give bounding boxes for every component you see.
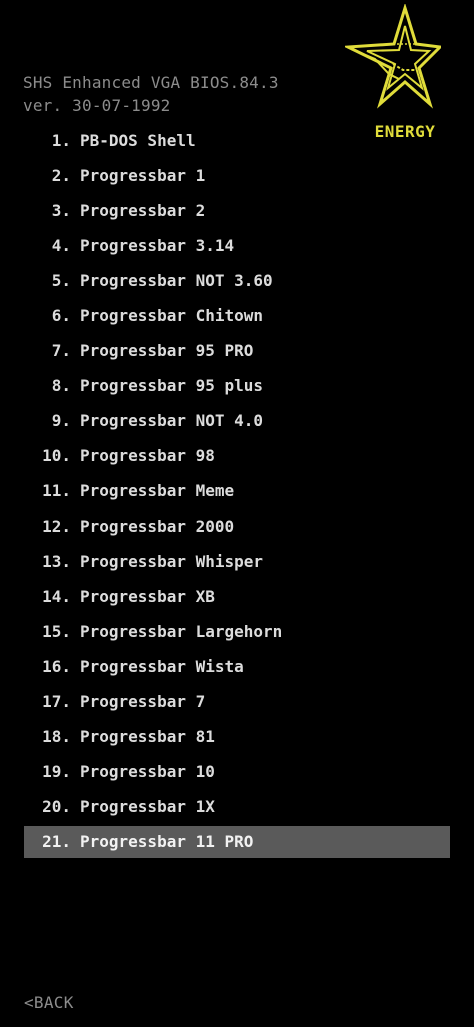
back-button[interactable]: <BACK — [24, 993, 74, 1012]
menu-item-number: 2. — [51, 165, 71, 185]
bios-title: SHS Enhanced VGA BIOS.84.3 — [23, 73, 279, 92]
menu-item-label: Progressbar Largehorn — [80, 621, 283, 641]
menu-item[interactable]: 1. PB-DOS Shell — [24, 124, 450, 156]
menu-item-number: 18. — [42, 727, 71, 747]
menu-item[interactable]: 18. Progressbar 81 — [24, 721, 450, 753]
menu-item-label: Progressbar NOT 3.60 — [80, 270, 273, 290]
menu-item[interactable]: 3. Progressbar 2 — [24, 194, 450, 226]
menu-item-number: 5. — [51, 270, 71, 290]
menu-item[interactable]: 10. Progressbar 98 — [24, 440, 450, 472]
menu-item[interactable]: 21. Progressbar 11 PRO — [24, 825, 450, 858]
menu-item[interactable]: 12. Progressbar 2000 — [24, 510, 450, 542]
menu-item-number: 16. — [42, 656, 71, 676]
menu-item[interactable]: 7. Progressbar 95 PRO — [24, 335, 450, 367]
menu-item-number: 13. — [42, 551, 71, 571]
menu-item-number: 4. — [51, 235, 71, 255]
menu-item-number: 14. — [42, 586, 71, 606]
menu-item[interactable]: 8. Progressbar 95 plus — [24, 370, 450, 402]
boot-menu: 1. PB-DOS Shell 2. Progressbar 1 3. Progressb… — [24, 124, 450, 861]
menu-item-label: Progressbar NOT 4.0 — [80, 411, 264, 431]
menu-item-number: 21. — [42, 832, 71, 852]
menu-item-number: 3. — [51, 200, 71, 220]
menu-item-label: PB-DOS Shell — [80, 130, 196, 150]
menu-item-number: 11. — [42, 481, 71, 501]
menu-item-number: 17. — [42, 692, 71, 711]
menu-item[interactable]: 20. Progressbar 1X — [24, 791, 450, 823]
bios-version: ver. 30-07-1992 — [23, 96, 171, 115]
menu-item[interactable]: 4. Progressbar 3.14 — [24, 229, 450, 261]
menu-item[interactable]: 15. Progressbar Largehorn — [24, 615, 450, 647]
menu-item-number: 9. — [51, 411, 71, 431]
menu-item[interactable]: 6. Progressbar Chitown — [24, 299, 450, 331]
menu-item-number: 10. — [42, 446, 71, 466]
menu-item-label: Progressbar 2 — [80, 200, 206, 220]
menu-item-label: Progressbar 81 — [80, 727, 215, 747]
menu-item[interactable]: 17. Progressbar 7 — [24, 686, 450, 718]
menu-item[interactable]: 14. Progressbar XB — [24, 580, 450, 612]
menu-item-number: 20. — [42, 797, 71, 817]
menu-item-label: Progressbar Wista — [80, 656, 244, 676]
menu-item-label: Progressbar 7 — [80, 692, 206, 711]
menu-item-label: Progressbar 98 — [80, 446, 215, 466]
menu-item[interactable]: 5. Progressbar NOT 3.60 — [24, 264, 450, 296]
menu-item-number: 19. — [42, 762, 71, 782]
menu-item-number: 8. — [51, 376, 71, 396]
menu-item[interactable]: 2. Progressbar 1 — [24, 159, 450, 191]
menu-item-number: 15. — [42, 621, 71, 641]
menu-item-label: Progressbar 11 PRO — [80, 832, 254, 852]
menu-item-label: Progressbar 95 plus — [80, 376, 264, 396]
menu-item-label: Progressbar 1 — [80, 165, 206, 185]
menu-item-label: Progressbar 3.14 — [80, 235, 235, 255]
menu-item-label: Progressbar 10 — [80, 762, 215, 782]
menu-item-label: Progressbar 95 PRO — [80, 341, 254, 361]
menu-item[interactable]: 11. Progressbar Meme — [24, 475, 450, 507]
menu-item[interactable]: 13. Progressbar Whisper — [24, 545, 450, 577]
menu-item[interactable]: 19. Progressbar 10 — [24, 756, 450, 788]
menu-item-number: 12. — [42, 516, 71, 536]
menu-item-label: Progressbar XB — [80, 586, 215, 606]
menu-item[interactable]: 16. Progressbar Wista — [24, 650, 450, 682]
menu-item-label: Progressbar Chitown — [80, 305, 264, 325]
menu-item[interactable]: 9. Progressbar NOT 4.0 — [24, 405, 450, 437]
menu-item-label: Progressbar 1X — [80, 797, 215, 817]
menu-item-label: Progressbar 2000 — [80, 516, 235, 536]
menu-item-label: Progressbar Whisper — [80, 551, 264, 571]
menu-item-label: Progressbar Meme — [80, 481, 235, 501]
menu-item-number: 6. — [51, 305, 71, 325]
menu-item-number: 1. — [51, 130, 71, 150]
menu-item-number: 7. — [51, 341, 71, 361]
